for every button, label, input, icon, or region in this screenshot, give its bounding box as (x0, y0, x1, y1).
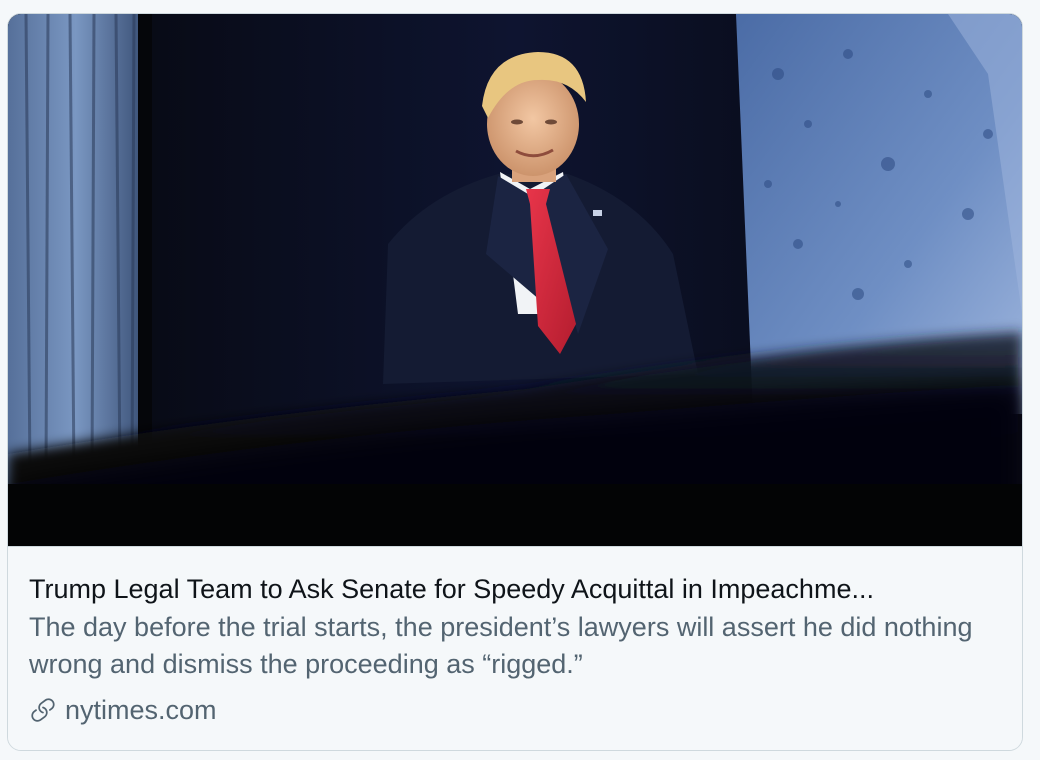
link-preview-card[interactable]: Trump Legal Team to Ask Senate for Speed… (7, 13, 1023, 751)
preview-image-graphic (8, 14, 1022, 546)
card-domain[interactable]: nytimes.com (29, 688, 217, 732)
link-icon (29, 696, 57, 724)
domain-label[interactable]: nytimes.com (65, 695, 217, 726)
preview-image[interactable] (8, 14, 1022, 547)
card-text-area[interactable]: Trump Legal Team to Ask Senate for Speed… (8, 547, 1022, 750)
card-title[interactable]: Trump Legal Team to Ask Senate for Speed… (29, 571, 999, 607)
card-description: The day before the trial starts, the pre… (29, 612, 973, 679)
